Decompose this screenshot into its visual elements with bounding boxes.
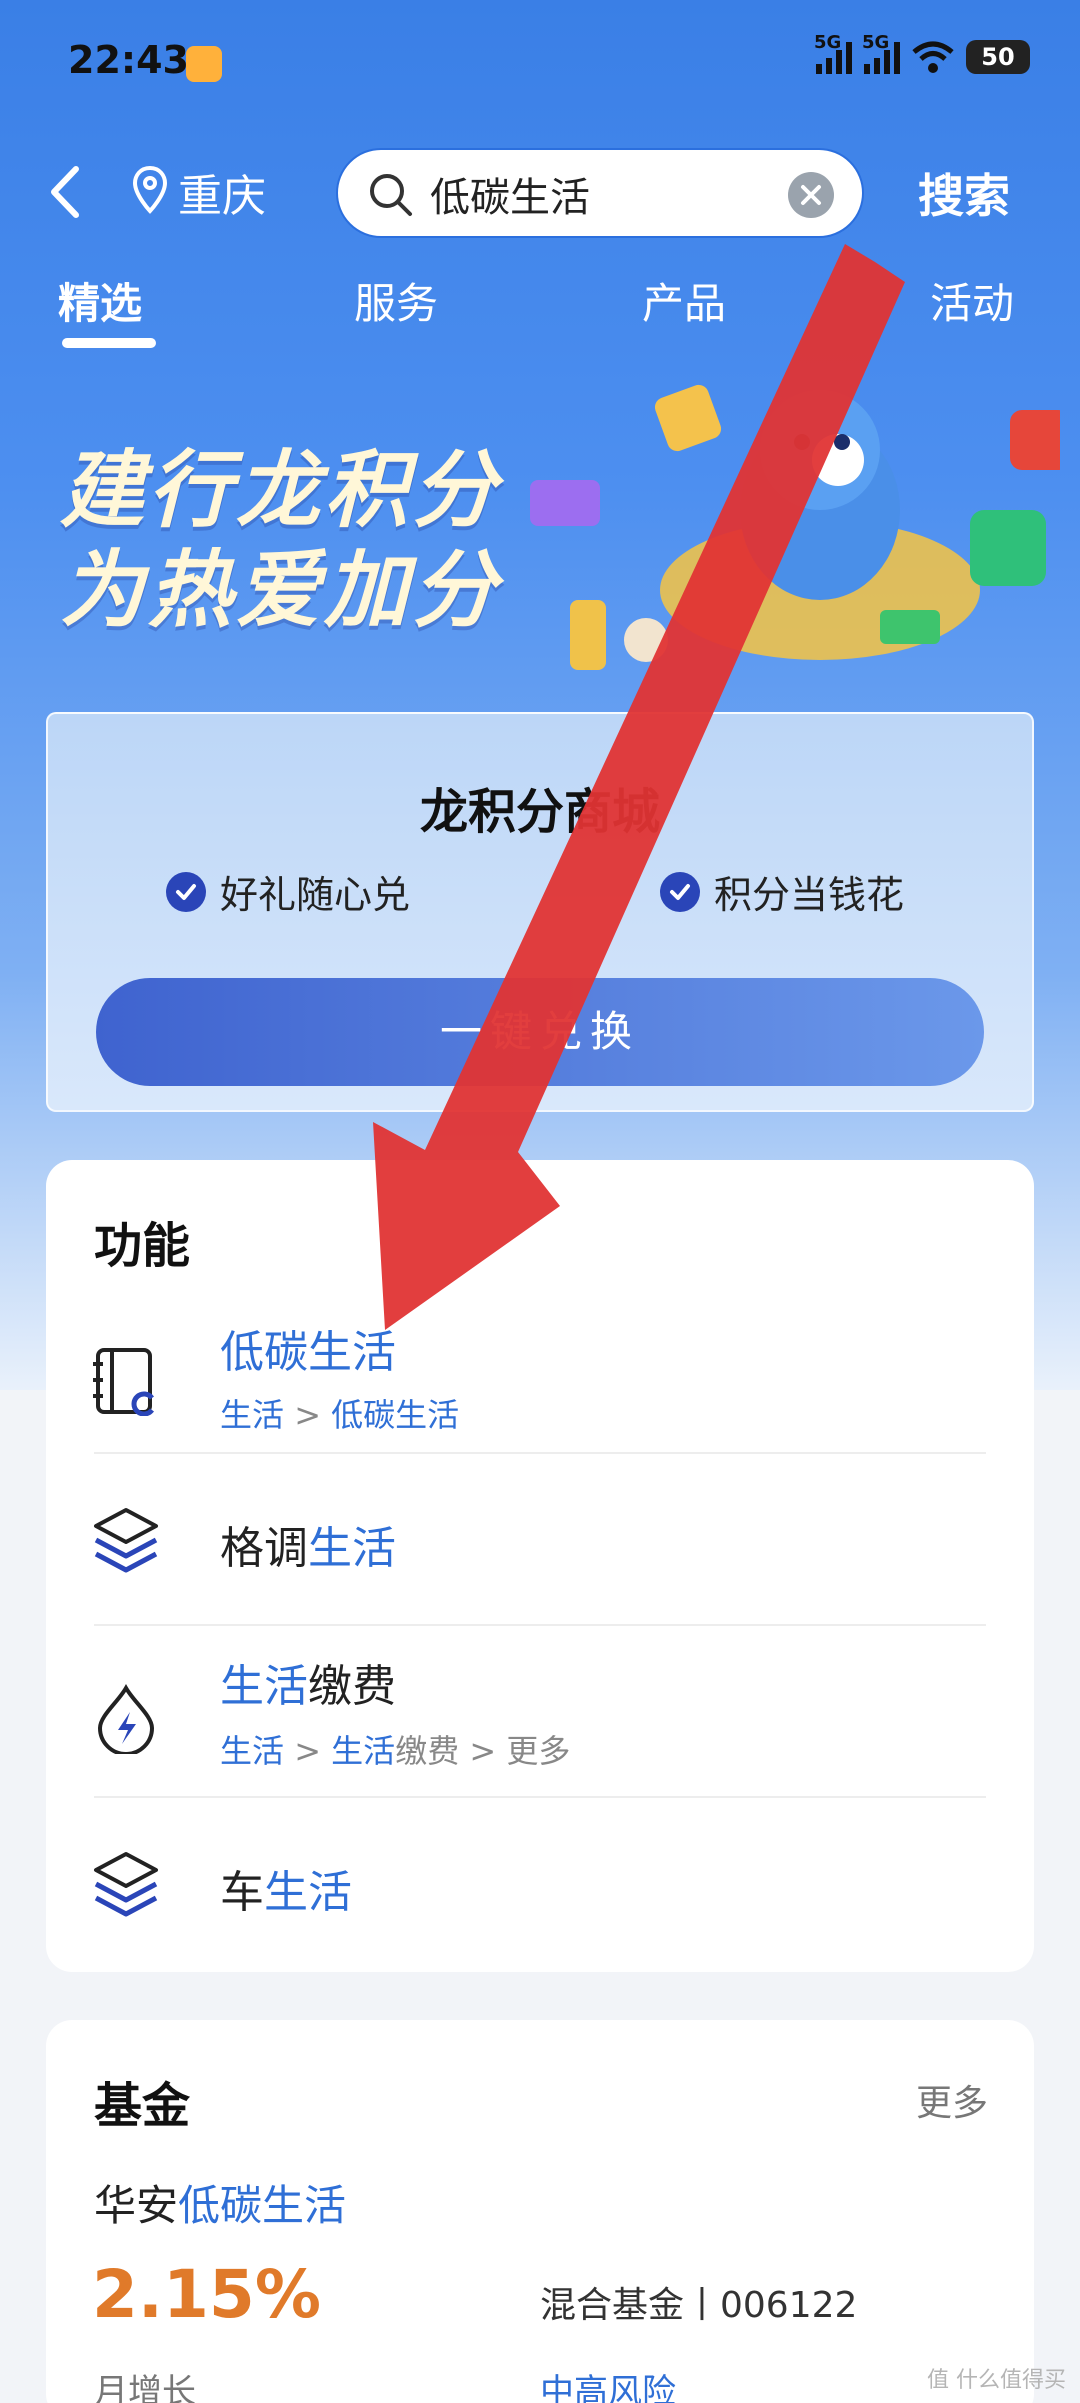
- network-label: 5G: [814, 32, 842, 53]
- search-input[interactable]: [430, 168, 790, 220]
- signal-icon: 5G: [814, 32, 852, 74]
- banner-line-1: 建行龙积分: [60, 441, 501, 539]
- banner-line-2: 为热爱加分: [60, 541, 501, 639]
- tab-featured[interactable]: 精选: [58, 270, 142, 331]
- city-selector[interactable]: 重庆: [178, 160, 266, 224]
- fund-heading: 基金: [94, 2078, 191, 2134]
- feature-gift: 好礼随心兑: [166, 864, 410, 919]
- status-right: 5G 5G 50: [814, 32, 1030, 74]
- feature-label: 积分当钱花: [714, 873, 905, 917]
- feature-points-as-cash: 积分当钱花: [660, 864, 904, 919]
- fund-card: 基金 更多 华安低碳生活 2.15% 混合基金丨006122 月增长 中高风险: [46, 2020, 1034, 2403]
- points-mall-card: 龙积分商城 好礼随心兑 积分当钱花 一键兑换: [46, 712, 1034, 1112]
- location-pin-icon[interactable]: [132, 165, 168, 215]
- function-item-style-life[interactable]: 格调生活: [46, 1454, 1034, 1624]
- function-item-life-payment[interactable]: 生活缴费 生活 > 生活缴费 > 更多: [46, 1626, 1034, 1796]
- wifi-icon: [912, 41, 954, 73]
- functions-card: 功能 低碳生活 生活 > 低碳生活 格调生活 生活缴费 生活 > 生活缴费 > …: [46, 1160, 1034, 1972]
- water-bolt-icon: [97, 1683, 155, 1754]
- fund-rate-label: 月增长: [94, 2372, 196, 2403]
- function-path: 生活 > 低碳生活: [220, 1396, 460, 1434]
- mascot-illustration: [530, 384, 1060, 670]
- back-icon[interactable]: [48, 165, 82, 219]
- signal-icon: 5G: [862, 32, 900, 74]
- ledger-c-icon: [93, 1348, 154, 1416]
- fund-rate: 2.15%: [92, 2256, 321, 2333]
- fund-more-link[interactable]: 更多: [916, 2074, 988, 2126]
- clear-search-icon[interactable]: [788, 172, 834, 218]
- tab-products[interactable]: 产品: [642, 270, 726, 331]
- notification-app-icon: [186, 46, 222, 82]
- layers-icon: [94, 1508, 158, 1573]
- check-icon: [166, 871, 206, 912]
- points-mall-title: 龙积分商城: [419, 784, 660, 840]
- function-item-low-carbon-life[interactable]: 低碳生活 生活 > 低碳生活: [46, 1310, 1034, 1460]
- tab-services[interactable]: 服务: [354, 270, 438, 331]
- tab-bar: 精选 服务 产品 活动: [0, 262, 1080, 352]
- status-bar: 22:43 5G 5G 50: [0, 30, 1080, 100]
- banner-slogan[interactable]: 建行龙积分 为热爱加分: [60, 440, 500, 640]
- function-name: 车生活: [220, 1867, 352, 1918]
- battery-icon: 50: [966, 40, 1030, 74]
- functions-heading: 功能: [94, 1218, 191, 1274]
- layers-icon: [94, 1852, 158, 1917]
- check-icon: [660, 871, 700, 912]
- function-name: 生活缴费: [220, 1661, 396, 1712]
- active-tab-indicator: [62, 338, 156, 348]
- function-name: 格调生活: [220, 1523, 396, 1574]
- redeem-button[interactable]: 一键兑换: [96, 978, 984, 1086]
- tab-activities[interactable]: 活动: [930, 270, 1014, 331]
- fund-name[interactable]: 华安低碳生活: [94, 2172, 346, 2233]
- function-name: 低碳生活: [220, 1327, 396, 1378]
- fund-risk-level: 中高风险: [540, 2372, 676, 2403]
- search-icon: [370, 174, 412, 216]
- function-path: 生活 > 生活缴费 > 更多: [220, 1732, 571, 1770]
- feature-label: 好礼随心兑: [220, 873, 411, 917]
- status-time: 22:43: [68, 38, 189, 82]
- search-box[interactable]: [336, 148, 864, 238]
- network-label: 5G: [862, 32, 890, 53]
- fund-type: 混合基金丨006122: [540, 2285, 858, 2326]
- search-button[interactable]: 搜索: [918, 160, 1010, 226]
- function-item-car-life[interactable]: 车生活: [46, 1798, 1034, 1968]
- watermark: 值 什么值得买: [927, 2368, 1066, 2393]
